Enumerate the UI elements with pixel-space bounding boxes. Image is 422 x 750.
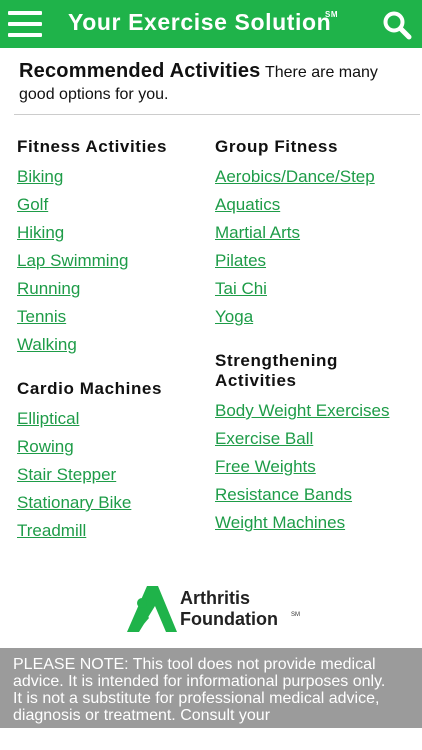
service-mark: SM xyxy=(325,10,338,19)
arthritis-foundation-logo: Arthritis Foundation SM xyxy=(125,586,305,634)
link-stair-stepper[interactable]: Stair Stepper xyxy=(17,461,207,489)
link-aerobics-dance-step[interactable]: Aerobics/Dance/Step xyxy=(215,163,415,191)
app-title: Your Exercise Solution xyxy=(68,9,332,35)
link-tennis[interactable]: Tennis xyxy=(17,303,207,331)
link-tai-chi[interactable]: Tai Chi xyxy=(215,275,415,303)
link-body-weight-exercises[interactable]: Body Weight Exercises xyxy=(215,397,415,425)
logo-trademark: SM xyxy=(291,612,300,618)
logo-line-1: Arthritis xyxy=(180,588,251,608)
link-aquatics[interactable]: Aquatics xyxy=(215,191,415,219)
link-lap-swimming[interactable]: Lap Swimming xyxy=(17,247,207,275)
logo-text: Arthritis Foundation xyxy=(180,588,278,630)
left-column: Fitness Activities Biking Golf Hiking La… xyxy=(17,137,207,545)
section-title-strengthening-activities: Strengthening Activities xyxy=(215,351,339,390)
arthritis-foundation-logo-icon xyxy=(127,586,177,632)
disclaimer-text: PLEASE NOTE: This tool does not provide … xyxy=(13,656,386,724)
page-title: Recommended Activities xyxy=(19,60,261,82)
search-icon xyxy=(383,11,412,40)
link-elliptical[interactable]: Elliptical xyxy=(17,405,207,433)
link-weight-machines[interactable]: Weight Machines xyxy=(215,509,415,537)
right-column: Group Fitness Aerobics/Dance/Step Aquati… xyxy=(215,137,415,537)
page-heading: Recommended Activities There are many go… xyxy=(19,60,409,106)
logo-line-2: Foundation xyxy=(180,609,278,629)
link-biking[interactable]: Biking xyxy=(17,163,207,191)
hamburger-line xyxy=(8,22,42,26)
link-exercise-ball[interactable]: Exercise Ball xyxy=(215,425,415,453)
link-stationary-bike[interactable]: Stationary Bike xyxy=(17,489,207,517)
section-title-fitness-activities: Fitness Activities xyxy=(17,137,167,156)
hamburger-menu-icon xyxy=(8,11,42,15)
medical-disclaimer: PLEASE NOTE: This tool does not provide … xyxy=(0,648,422,728)
link-rowing[interactable]: Rowing xyxy=(17,433,207,461)
section-title-cardio-machines: Cardio Machines xyxy=(17,379,163,398)
link-resistance-bands[interactable]: Resistance Bands xyxy=(215,481,415,509)
link-running[interactable]: Running xyxy=(17,275,207,303)
search-button[interactable] xyxy=(382,10,412,40)
link-hiking[interactable]: Hiking xyxy=(17,219,207,247)
menu-button[interactable] xyxy=(8,9,44,39)
section-title-group-fitness: Group Fitness xyxy=(215,137,339,156)
link-yoga[interactable]: Yoga xyxy=(215,303,415,331)
divider xyxy=(14,114,420,115)
hamburger-line xyxy=(8,33,42,37)
link-martial-arts[interactable]: Martial Arts xyxy=(215,219,415,247)
bottom-strip xyxy=(0,728,422,750)
link-golf[interactable]: Golf xyxy=(17,191,207,219)
link-free-weights[interactable]: Free Weights xyxy=(215,453,415,481)
top-app-bar: Your Exercise Solution SM xyxy=(0,0,422,48)
link-pilates[interactable]: Pilates xyxy=(215,247,415,275)
link-walking[interactable]: Walking xyxy=(17,331,207,359)
link-treadmill[interactable]: Treadmill xyxy=(17,517,207,545)
